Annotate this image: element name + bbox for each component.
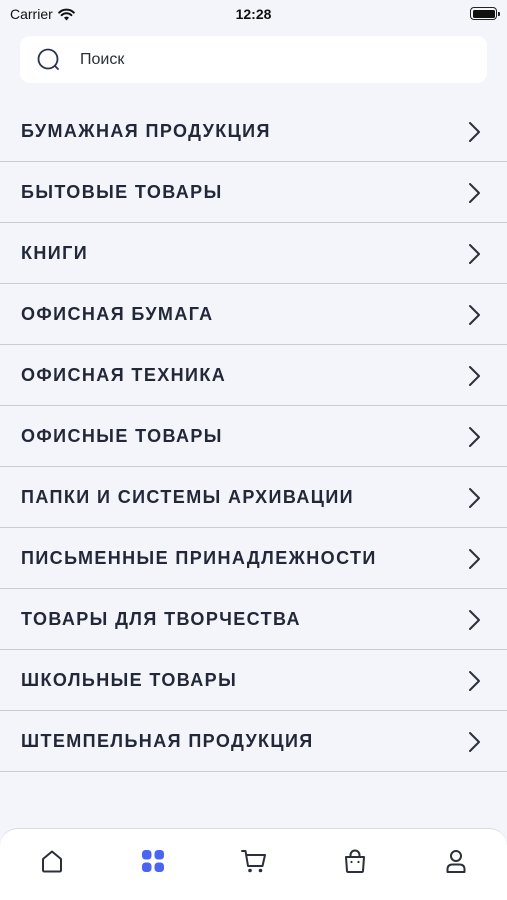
category-label: ОФИСНЫЕ ТОВАРЫ	[21, 426, 223, 446]
cart-icon	[241, 850, 266, 873]
category-item[interactable]: ШКОЛЬНЫЕ ТОВАРЫ	[0, 650, 507, 711]
tab-catalog[interactable]	[133, 841, 173, 881]
catalog-grid-icon	[142, 850, 164, 872]
status-bar: Carrier 12:28	[0, 0, 507, 30]
category-item[interactable]: ОФИСНЫЕ ТОВАРЫ	[0, 406, 507, 467]
chevron-right-icon	[469, 488, 480, 508]
chevron-right-icon	[469, 427, 480, 447]
chevron-right-icon	[469, 366, 480, 386]
search-bar[interactable]	[20, 36, 487, 83]
category-label: ШТЕМПЕЛЬНАЯ ПРОДУКЦИЯ	[21, 731, 314, 751]
category-item[interactable]: ШТЕМПЕЛЬНАЯ ПРОДУКЦИЯ	[0, 711, 507, 772]
catalog-screen: Carrier 12:28 БУМАЖНАЯ ПРОДУКЦИЯ БЫТОВЫЕ …	[0, 0, 507, 900]
chevron-right-icon	[469, 549, 480, 569]
home-icon	[42, 850, 62, 873]
chevron-right-icon	[469, 122, 480, 142]
category-item[interactable]: ПИСЬМЕННЫЕ ПРИНАДЛЕЖНОСТИ	[0, 528, 507, 589]
category-item[interactable]: ТОВАРЫ ДЛЯ ТВОРЧЕСТВА	[0, 589, 507, 650]
search-input[interactable]	[80, 36, 460, 83]
category-label: БУМАЖНАЯ ПРОДУКЦИЯ	[21, 121, 271, 141]
category-label: ТОВАРЫ ДЛЯ ТВОРЧЕСТВА	[21, 609, 301, 629]
category-label: БЫТОВЫЕ ТОВАРЫ	[21, 182, 223, 202]
category-label: ПАПКИ И СИСТЕМЫ АРХИВАЦИИ	[21, 487, 354, 507]
search-icon	[37, 48, 59, 70]
tab-profile[interactable]	[436, 841, 476, 881]
status-time: 12:28	[235, 6, 272, 22]
tab-bar	[0, 828, 507, 900]
chevron-right-icon	[469, 183, 480, 203]
category-label: КНИГИ	[21, 243, 89, 263]
profile-icon	[446, 850, 466, 873]
tab-orders[interactable]	[335, 841, 375, 881]
category-label: ОФИСНАЯ ТЕХНИКА	[21, 365, 227, 385]
chevron-right-icon	[469, 671, 480, 691]
chevron-right-icon	[469, 610, 480, 630]
battery-icon	[470, 7, 500, 20]
category-item[interactable]: ОФИСНАЯ БУМАГА	[0, 284, 507, 345]
category-label: ШКОЛЬНЫЕ ТОВАРЫ	[21, 670, 238, 690]
tab-home[interactable]	[32, 841, 72, 881]
tab-cart[interactable]	[234, 841, 274, 881]
category-item[interactable]: КНИГИ	[0, 223, 507, 284]
battery-level	[472, 9, 495, 18]
chevron-right-icon	[469, 732, 480, 752]
shopping-bag-icon	[345, 849, 365, 873]
category-label: ОФИСНАЯ БУМАГА	[21, 304, 214, 324]
category-item[interactable]: БУМАЖНАЯ ПРОДУКЦИЯ	[0, 101, 507, 162]
chevron-right-icon	[469, 244, 480, 264]
chevron-right-icon	[469, 305, 480, 325]
category-item[interactable]: ПАПКИ И СИСТЕМЫ АРХИВАЦИИ	[0, 467, 507, 528]
category-list: БУМАЖНАЯ ПРОДУКЦИЯ БЫТОВЫЕ ТОВАРЫ КНИГИ ОФИ…	[0, 101, 507, 772]
category-item[interactable]: ОФИСНАЯ ТЕХНИКА	[0, 345, 507, 406]
category-label: ПИСЬМЕННЫЕ ПРИНАДЛЕЖНОСТИ	[21, 548, 377, 568]
category-item[interactable]: БЫТОВЫЕ ТОВАРЫ	[0, 162, 507, 223]
